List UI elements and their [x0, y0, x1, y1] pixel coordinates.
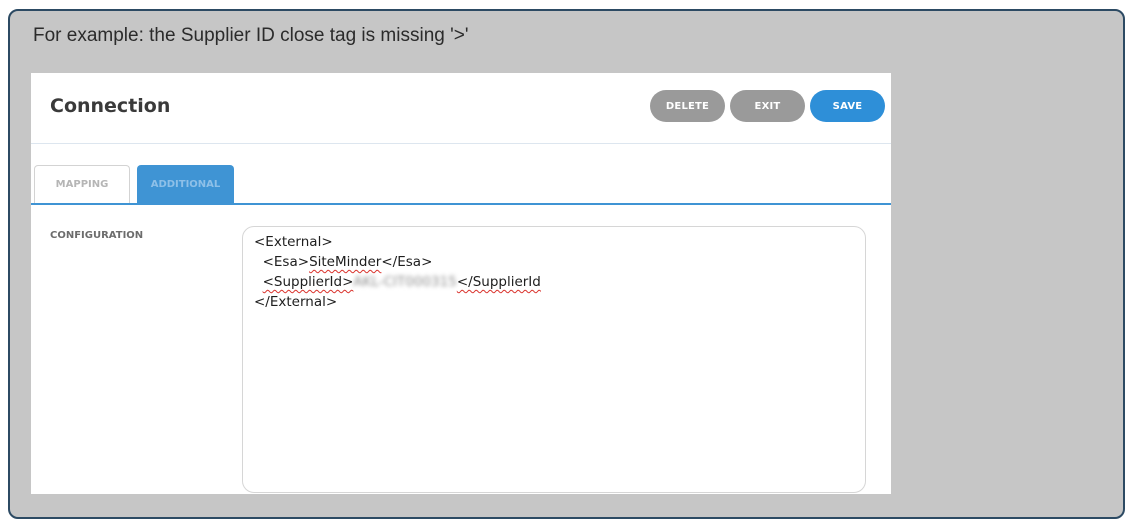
- tab-underline: [31, 203, 891, 205]
- tab-bar: MAPPING ADDITIONAL: [31, 143, 891, 205]
- supplier-close-tag: </SupplierId: [456, 274, 541, 290]
- supplier-open-tag: <SupplierId>: [262, 274, 354, 290]
- config-line-esa: <Esa>SiteMinder</Esa>: [262, 254, 433, 270]
- exit-button[interactable]: EXIT: [730, 90, 805, 122]
- configuration-label: CONFIGURATION: [50, 230, 144, 241]
- page-title: Connection: [50, 95, 171, 117]
- panel-header: Connection DELETE EXIT SAVE: [31, 73, 891, 144]
- config-line-supplier-id: <SupplierId>AKL-CIT000315</SupplierId: [254, 272, 865, 292]
- config-line-external-close: </External>: [254, 294, 338, 310]
- esa-value: SiteMinder: [309, 254, 382, 270]
- example-callout: For example: the Supplier ID close tag i…: [8, 9, 1125, 519]
- configuration-textarea[interactable]: <External> <Esa>SiteMinder</Esa> <Suppli…: [242, 226, 866, 493]
- example-caption: For example: the Supplier ID close tag i…: [33, 25, 469, 46]
- tab-additional[interactable]: ADDITIONAL: [137, 165, 234, 203]
- connection-panel: Connection DELETE EXIT SAVE MAPPING ADDI…: [31, 73, 891, 494]
- config-line-external-open: <External>: [254, 234, 333, 250]
- tab-mapping[interactable]: MAPPING: [34, 165, 130, 203]
- save-button[interactable]: SAVE: [810, 90, 885, 122]
- supplier-id-redacted-value: AKL-CIT000315: [353, 274, 457, 290]
- delete-button[interactable]: DELETE: [650, 90, 725, 122]
